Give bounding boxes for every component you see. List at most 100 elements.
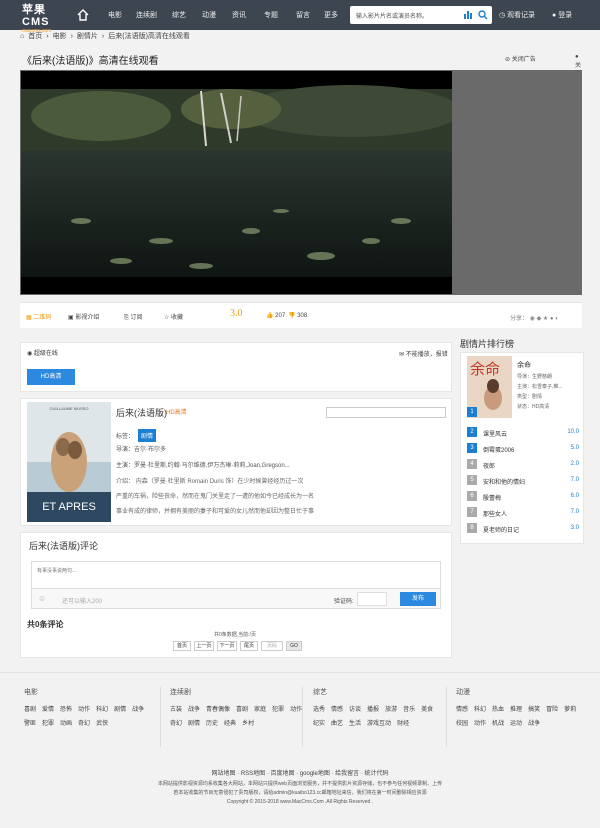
home-icon[interactable] [76, 8, 90, 22]
footer-link[interactable]: 音乐 [403, 703, 415, 717]
footer-link[interactable]: 生活 [349, 717, 361, 731]
footer-link[interactable]: 冒险 [546, 703, 558, 717]
publish-button[interactable]: 发布 [400, 592, 436, 606]
genre-tag[interactable]: 剧情 [138, 429, 157, 442]
verify-input[interactable] [357, 592, 387, 606]
footer-link[interactable]: 访谈 [349, 703, 361, 717]
nav-item-news[interactable]: 资讯 [232, 10, 246, 20]
footer-link[interactable]: 财经 [397, 717, 409, 731]
footer-link[interactable]: 青春偶像 [206, 703, 230, 717]
favorite-button[interactable]: ☆ 收藏 [164, 312, 183, 321]
ranking-item[interactable]: 4 夜郎 2.0 [467, 459, 579, 470]
footer-link[interactable]: 推理 [510, 703, 522, 717]
footer-link[interactable]: 校园 [456, 717, 468, 731]
source-tab[interactable]: ◉ 超级在线 [27, 348, 58, 357]
footer-link[interactable]: 历史 [206, 717, 218, 731]
nav-item-anime[interactable]: 动漫 [202, 10, 216, 20]
footer-link[interactable]: 经典 [224, 717, 236, 731]
footer-link[interactable]: 动作 [290, 703, 302, 717]
ranking-item[interactable]: 8 夏老师的日记 3.0 [467, 523, 579, 534]
footer-link[interactable]: 科幻 [96, 703, 108, 717]
footer-link[interactable]: 游戏互动 [367, 717, 391, 731]
emoji-icon[interactable]: ☺ [38, 594, 46, 603]
footer-link[interactable]: 武侠 [96, 717, 108, 731]
episode-hd-button[interactable]: HD高清 [27, 369, 75, 385]
footer-link[interactable]: 剧情 [188, 717, 200, 731]
footer-link[interactable]: 警匪 [24, 717, 36, 731]
footer-link[interactable]: 战争 [188, 703, 200, 717]
ranking-item[interactable]: 2 课里风云 10.0 [467, 427, 579, 438]
footer-link[interactable]: 美食 [421, 703, 433, 717]
share-icons[interactable]: ◉ ◆ ★ ● ◐ [528, 316, 559, 322]
footer-link[interactable]: 犯罪 [272, 703, 284, 717]
footer-link[interactable]: 机战 [492, 717, 504, 731]
nav-item-variety[interactable]: 综艺 [172, 10, 186, 20]
login-link[interactable]: ● 登录 [552, 10, 572, 20]
nav-item-guestbook[interactable]: 留言 [296, 10, 310, 20]
search-input[interactable]: 输入影片片名或演员名称。 [356, 11, 428, 20]
footer-link[interactable]: 萝莉 [564, 703, 576, 717]
qrcode-button[interactable]: ▦ 二维码 [26, 312, 51, 321]
footer-link[interactable]: 战争 [528, 717, 540, 731]
footer-link[interactable]: 曲艺 [331, 717, 343, 731]
hot-chart-icon[interactable] [464, 11, 473, 19]
ranking-item[interactable]: 3 倒霉蛋2006 5.0 [467, 443, 579, 454]
nav-item-more[interactable]: 更多 [324, 10, 338, 20]
footer-link[interactable]: 旅游 [385, 703, 397, 717]
ranking-item[interactable]: 6 殷蕾梅 6.0 [467, 491, 579, 502]
crumb-home[interactable]: 首页 [28, 33, 42, 40]
search-box[interactable]: 输入影片片名或演员名称。 [350, 6, 492, 24]
ranking-item[interactable]: 5 安和和他的情妇 7.0 [467, 475, 579, 486]
nav-item-series[interactable]: 连续剧 [136, 10, 157, 20]
footer-link[interactable]: 纪实 [313, 717, 325, 731]
footer-link[interactable]: 家庭 [254, 703, 266, 717]
footer-sitemap-links[interactable]: 网站地图 · RSS地图 · 百度地图 · google地图 · 给我留言 · … [0, 768, 600, 777]
footer-link[interactable]: 运动 [510, 717, 522, 731]
movie-poster[interactable]: GUILLAUME MUSSO ET APRES [27, 402, 111, 522]
footer-link[interactable]: 热血 [492, 703, 504, 717]
footer-link[interactable]: 科幻 [474, 703, 486, 717]
footer-link[interactable]: 爱情 [42, 703, 54, 717]
footer-link[interactable]: 奇幻 [170, 717, 182, 731]
subscribe-button[interactable]: ⎘ 订阅 [124, 312, 142, 322]
footer-link[interactable]: 战争 [132, 703, 144, 717]
page-number-input[interactable]: 页码 [261, 641, 283, 651]
close-ad-button[interactable]: ⊘ 关闭广告 [505, 54, 536, 63]
footer-link[interactable]: 古装 [170, 703, 182, 717]
prev-page-button[interactable]: 上一页 [194, 641, 214, 651]
footer-link[interactable]: 奇幻 [78, 717, 90, 731]
footer-link[interactable]: 喜剧 [236, 703, 248, 717]
go-button[interactable]: GO [286, 641, 302, 651]
footer-link[interactable]: 搞笑 [528, 703, 540, 717]
history-link[interactable]: ◷ 观看记录 [499, 10, 535, 20]
video-player[interactable] [20, 70, 582, 295]
footer-link[interactable]: 恐怖 [60, 703, 72, 717]
footer-link[interactable]: 犯罪 [42, 717, 54, 731]
footer-link[interactable]: 情感 [331, 703, 343, 717]
crumb-movie[interactable]: 电影 [53, 33, 67, 40]
nav-item-topic[interactable]: 专题 [264, 10, 278, 20]
crumb-drama[interactable]: 剧情片 [77, 33, 98, 40]
footer-link[interactable]: 剧情 [114, 703, 126, 717]
search-icon[interactable] [478, 10, 488, 20]
intro-button[interactable]: ▣ 影视介绍 [68, 312, 99, 321]
nav-item-movie[interactable]: 电影 [108, 10, 122, 20]
ranking-top-name[interactable]: 余命 [517, 360, 531, 370]
thumbs-up-button[interactable]: 👍 207 [266, 312, 285, 319]
footer-link[interactable]: 情感 [456, 703, 468, 717]
footer-link[interactable]: 动作 [474, 717, 486, 731]
last-page-button[interactable]: 尾页 [240, 641, 258, 651]
comment-textarea[interactable]: 有事没事说两句... [31, 561, 441, 589]
first-page-button[interactable]: 首页 [173, 641, 191, 651]
ranking-item[interactable]: 7 那些女人 7.0 [467, 507, 579, 518]
footer-link[interactable]: 乡村 [242, 717, 254, 731]
video-frame[interactable] [21, 71, 452, 294]
report-link[interactable]: ✉ 不能播放，报错 [399, 349, 448, 358]
footer-link[interactable]: 播报 [367, 703, 379, 717]
thumbs-down-button[interactable]: 👎 308 [288, 312, 307, 319]
footer-link[interactable]: 动作 [78, 703, 90, 717]
footer-link[interactable]: 选秀 [313, 703, 325, 717]
next-page-button[interactable]: 下一页 [217, 641, 237, 651]
footer-link[interactable]: 动画 [60, 717, 72, 731]
footer-link[interactable]: 喜剧 [24, 703, 36, 717]
